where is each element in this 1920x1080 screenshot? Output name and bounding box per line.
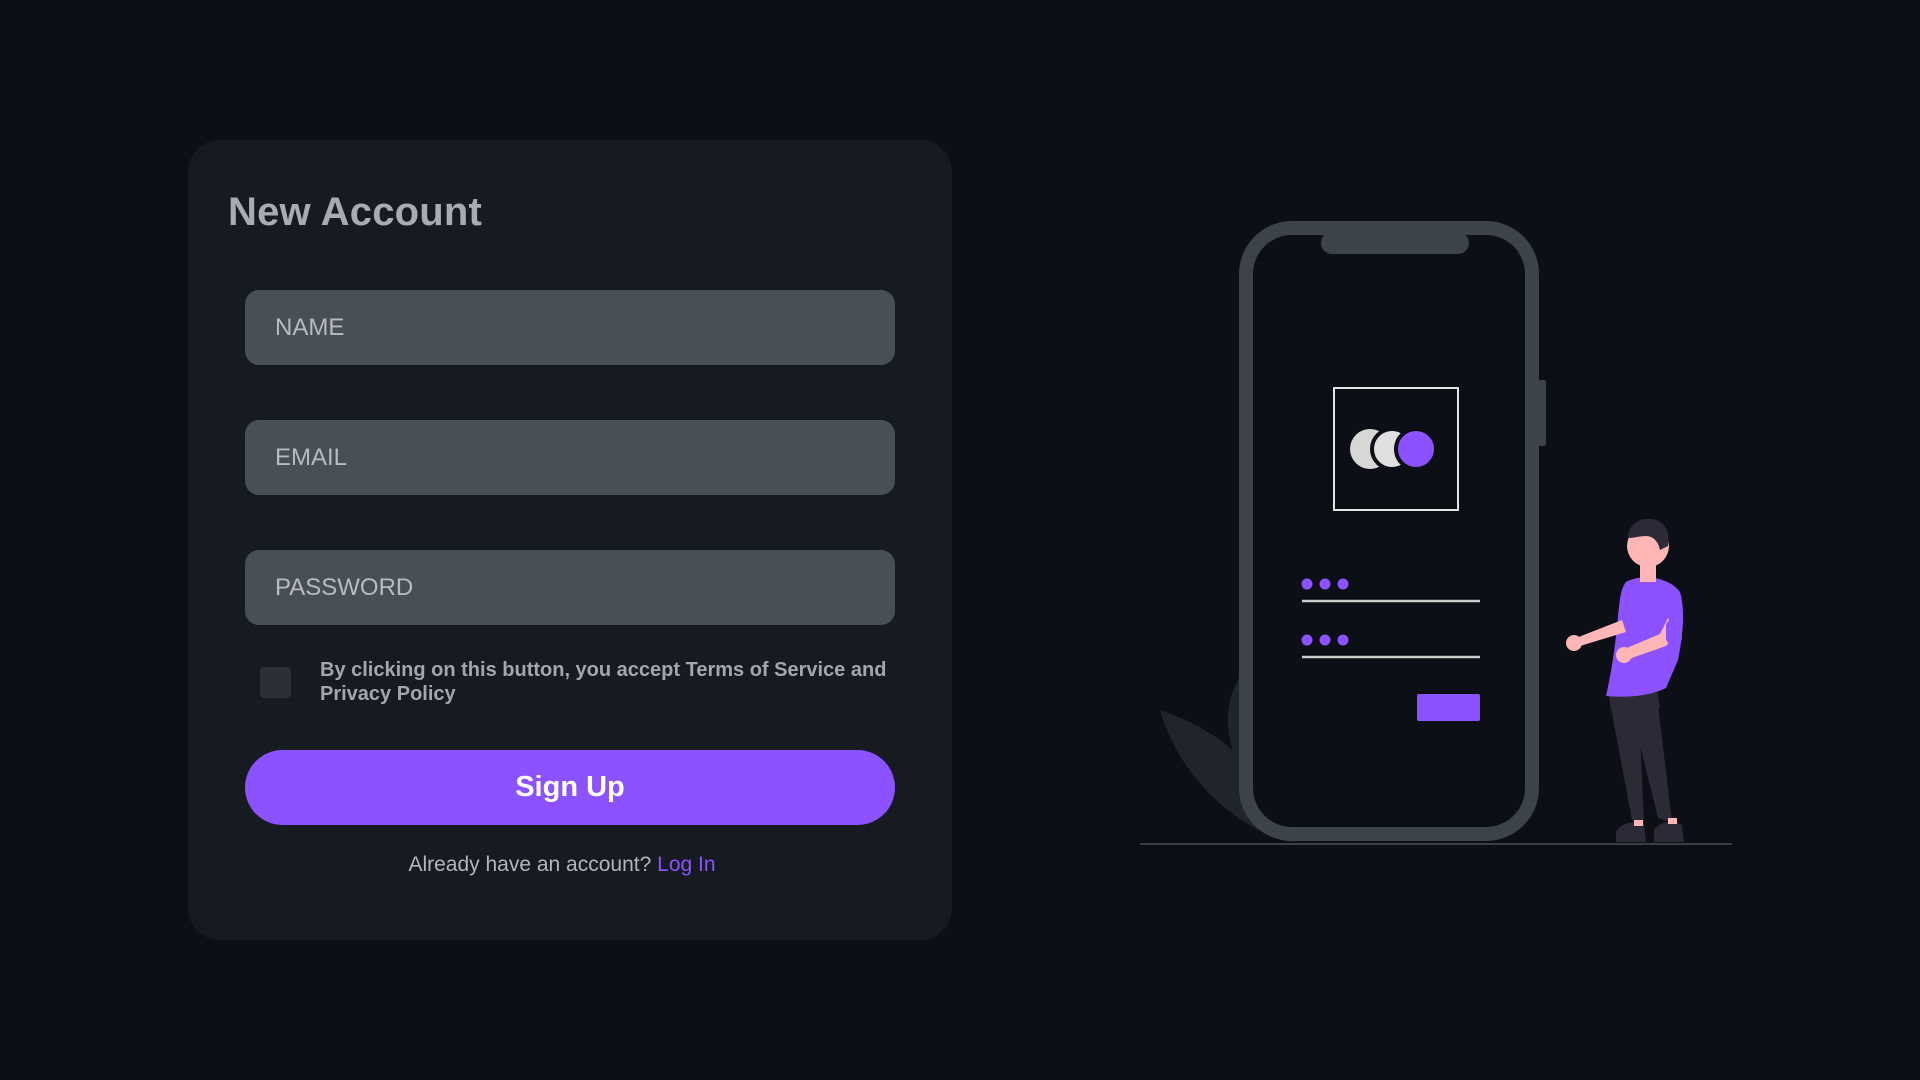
- page-title: New Account: [228, 190, 483, 234]
- person-icon: [1566, 518, 1684, 842]
- password-field[interactable]: [245, 550, 895, 625]
- dot-icon: [1319, 578, 1331, 590]
- logo-circle-icon: [1394, 427, 1438, 471]
- signup-card: New Account By clicking on this button, …: [188, 140, 952, 940]
- signup-button[interactable]: Sign Up: [245, 750, 895, 825]
- email-field[interactable]: [245, 420, 895, 495]
- login-link[interactable]: Log In: [657, 853, 715, 876]
- signup-page: New Account By clicking on this button, …: [0, 0, 1920, 1080]
- dot-icon: [1301, 634, 1313, 646]
- dot-icon: [1337, 578, 1349, 590]
- dot-icon: [1337, 634, 1349, 646]
- terms-checkbox[interactable]: [260, 667, 291, 698]
- login-prompt-text: Already have an account?: [408, 853, 652, 876]
- name-field[interactable]: [245, 290, 895, 365]
- mobile-login-illustration: [1140, 221, 1732, 845]
- terms-text: By clicking on this button, you accept T…: [320, 659, 887, 705]
- phone-button: [1417, 694, 1480, 721]
- phone-side-button: [1539, 380, 1546, 446]
- login-prompt-row: Already have an account? Log In: [188, 853, 936, 877]
- phone-notch: [1321, 232, 1469, 254]
- dot-icon: [1301, 578, 1313, 590]
- phone-icon: [1239, 221, 1546, 841]
- dot-icon: [1319, 634, 1331, 646]
